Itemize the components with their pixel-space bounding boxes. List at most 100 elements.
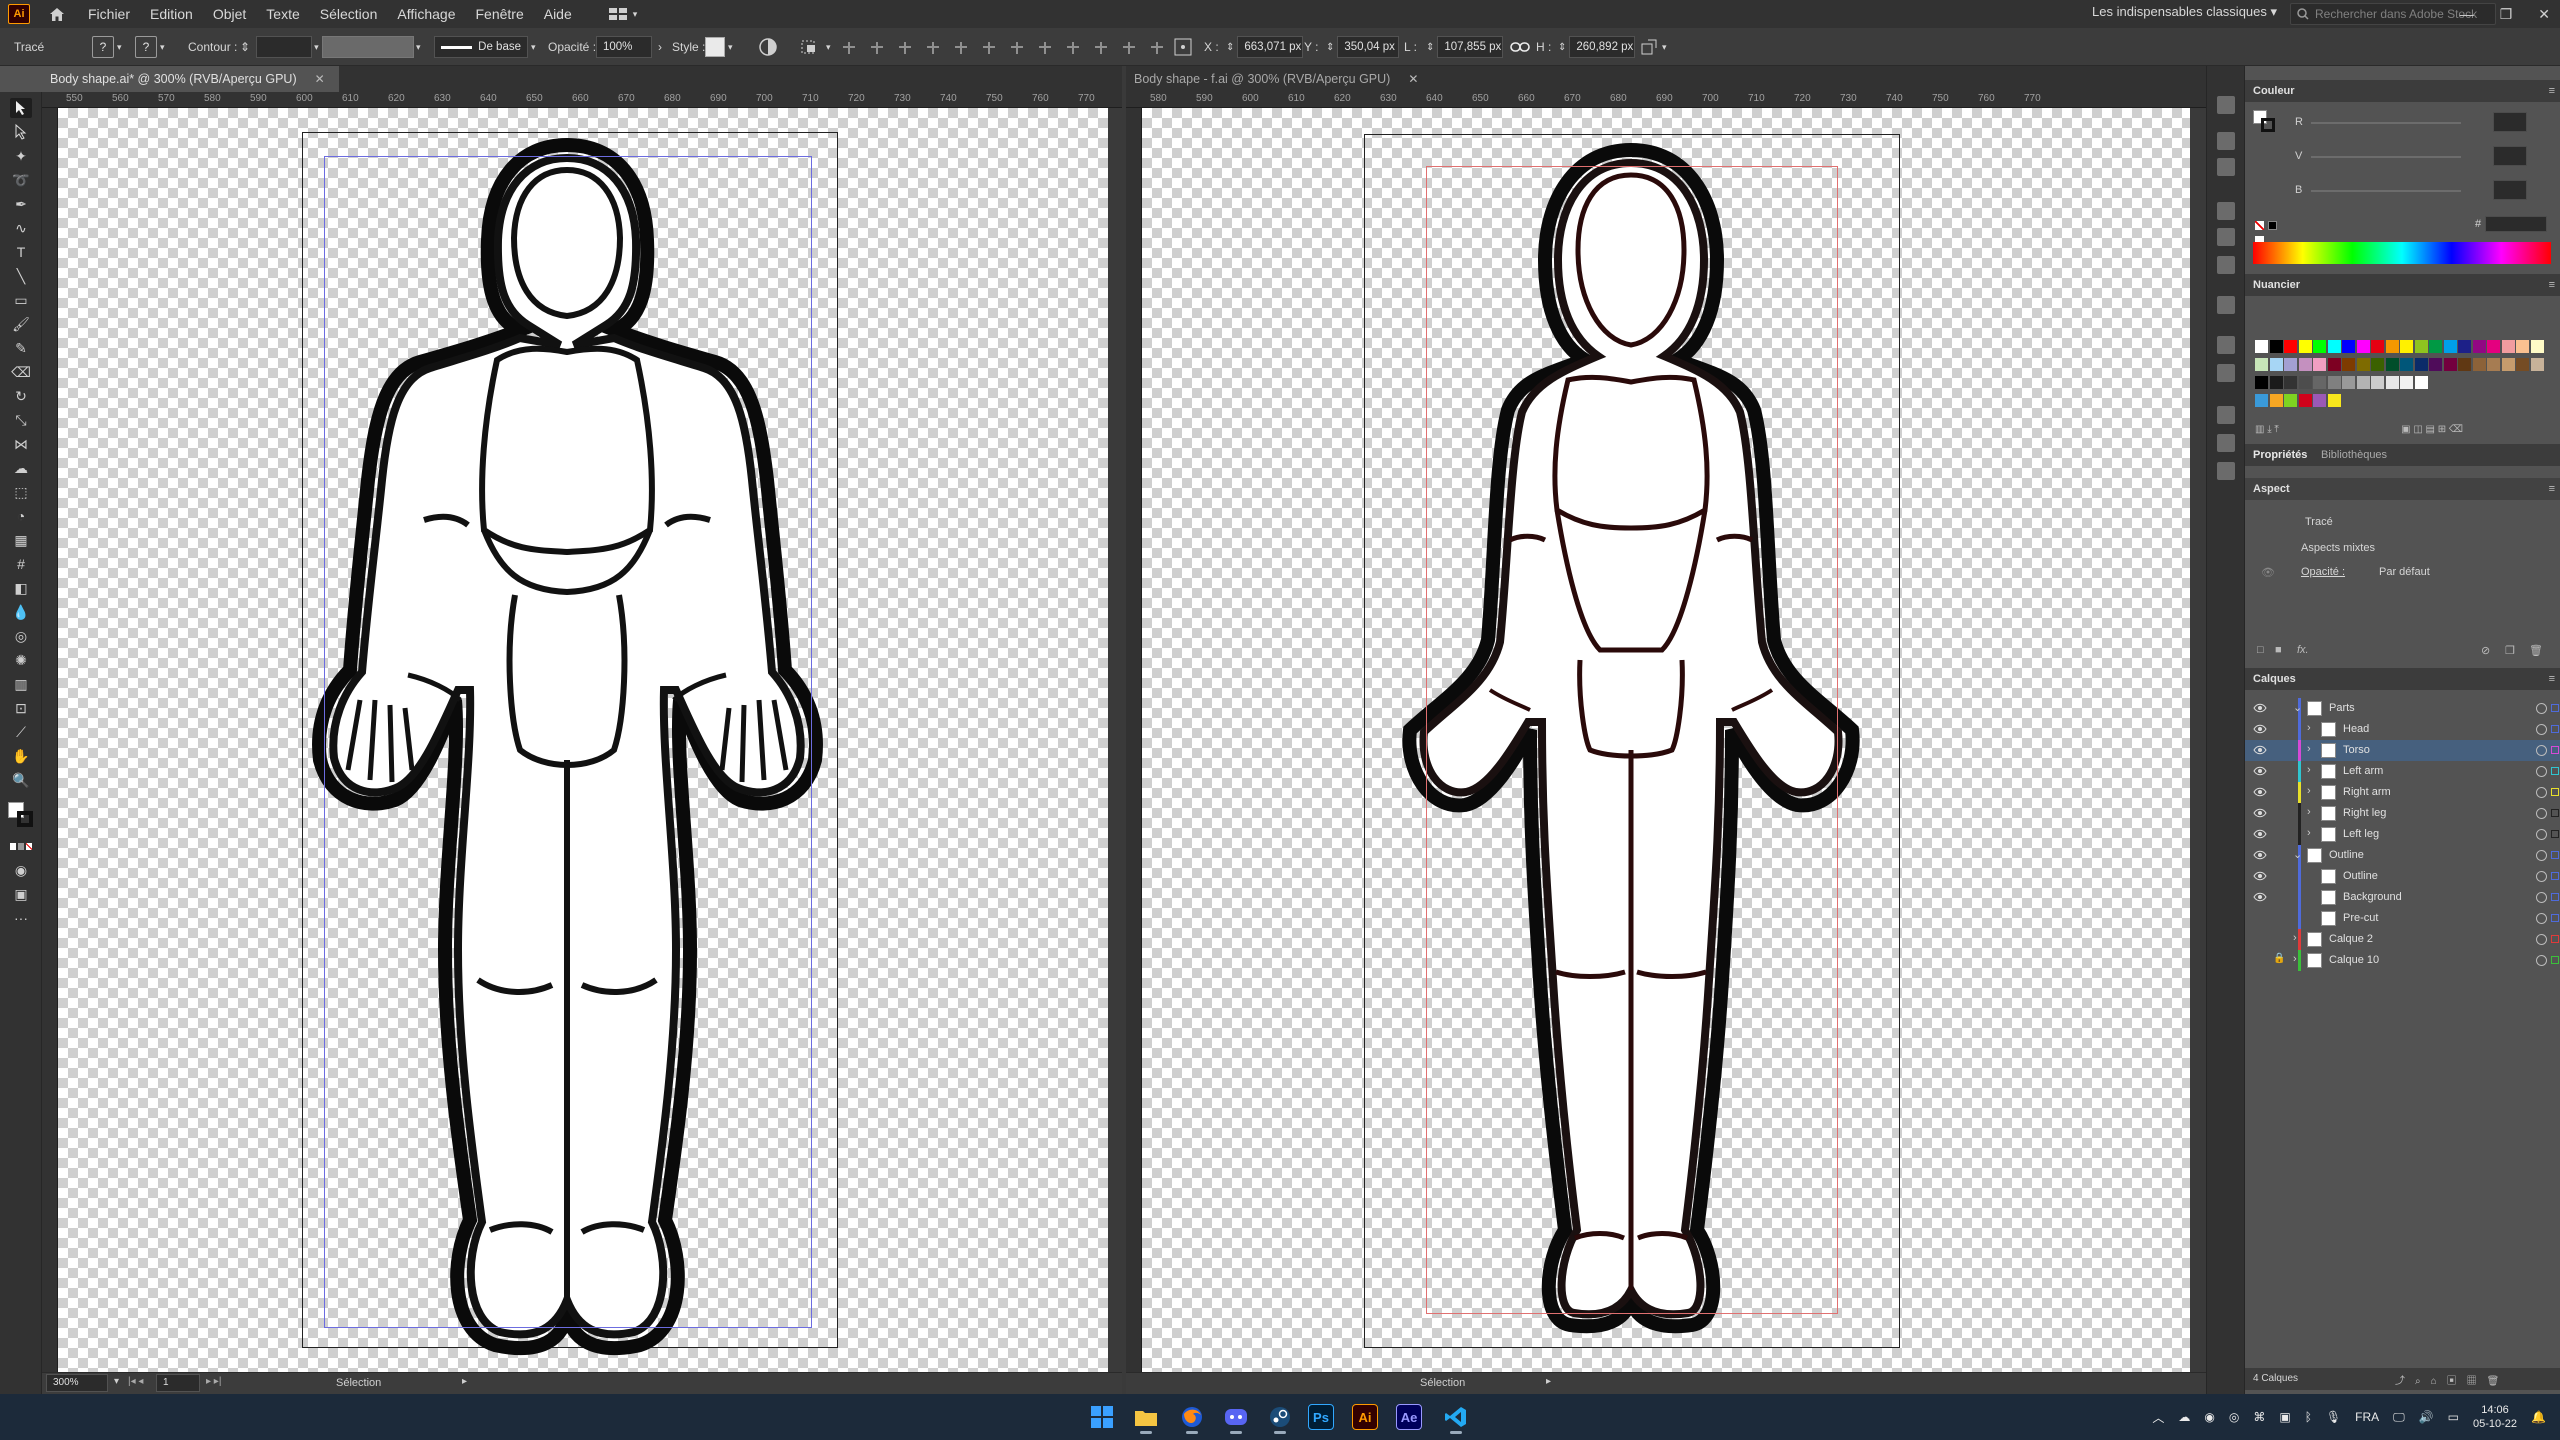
layer-selection-indicator[interactable] — [2551, 746, 2559, 754]
status-menu-icon[interactable]: ▸ — [462, 1376, 467, 1387]
chevron-right-icon[interactable]: › — [2307, 722, 2311, 734]
windows-start-icon[interactable] — [1086, 1402, 1118, 1432]
color-swatch[interactable] — [2327, 340, 2341, 353]
brush-definition[interactable]: De base — [434, 36, 528, 58]
maximize-icon[interactable]: ❐ — [2500, 6, 2513, 23]
color-swatch[interactable] — [2400, 376, 2413, 389]
steam-icon[interactable] — [1264, 1402, 1296, 1434]
layer-selection-indicator[interactable] — [2551, 935, 2559, 943]
add-fill-icon[interactable]: ■ — [2275, 644, 2282, 656]
stroke-weight-field[interactable] — [256, 36, 313, 58]
x-field[interactable]: 663,071 px — [1237, 36, 1304, 58]
layer-row[interactable]: › Calque 2 — [2245, 929, 2560, 950]
color-swatch[interactable] — [2487, 340, 2500, 353]
color-swatch[interactable] — [2284, 394, 2297, 407]
align-panel-icon[interactable] — [2217, 434, 2235, 452]
color-spectrum[interactable] — [2253, 242, 2551, 264]
firefox-icon[interactable] — [1176, 1402, 1208, 1434]
color-swatch[interactable] — [2342, 358, 2355, 371]
color-swatch[interactable] — [2298, 340, 2312, 353]
color-swatch[interactable] — [2313, 394, 2326, 407]
zoom-dropdown-icon[interactable]: ▾ — [114, 1376, 119, 1387]
layer-selection-indicator[interactable] — [2551, 956, 2559, 964]
color-swatch[interactable] — [2371, 340, 2384, 353]
artboard-tool-icon[interactable]: ⊡ — [10, 698, 32, 718]
curvature-tool-icon[interactable]: ∿ — [10, 218, 32, 238]
column-graph-tool-icon[interactable]: ▥ — [10, 674, 32, 694]
color-swatch[interactable] — [2298, 358, 2312, 371]
layer-row[interactable]: › Right arm — [2245, 782, 2560, 803]
rotate-tool-icon[interactable]: ↻ — [10, 386, 32, 406]
chevron-down-icon[interactable]: ⌄ — [2293, 848, 2302, 861]
layer-row[interactable]: Outline — [2245, 866, 2560, 887]
visibility-eye-icon[interactable] — [2253, 703, 2267, 713]
color-swatch[interactable] — [2255, 376, 2268, 389]
onedrive-icon[interactable]: ☁ — [2178, 1410, 2190, 1424]
panel-menu-icon[interactable]: ≡ — [2549, 478, 2555, 500]
direct-selection-tool-icon[interactable] — [10, 122, 32, 142]
status-menu-icon[interactable]: ▸ — [1546, 1376, 1551, 1387]
distribute-top-icon[interactable] — [1008, 38, 1026, 56]
align-to-icon[interactable]: ▾ — [800, 28, 831, 66]
libraries-icon[interactable] — [2217, 132, 2235, 150]
color-swatch[interactable] — [2298, 394, 2312, 407]
color-swatch[interactable] — [2414, 340, 2428, 353]
color-swatch[interactable] — [2530, 340, 2544, 353]
doc2-vertical-scrollbar[interactable] — [2190, 108, 2206, 1372]
home-icon[interactable] — [46, 4, 68, 24]
color-swatch[interactable] — [2458, 358, 2471, 371]
hex-field[interactable] — [2485, 216, 2547, 232]
free-transform-tool-icon[interactable]: ⬚ — [10, 482, 32, 502]
color-swatch[interactable] — [2327, 394, 2341, 407]
reference-point-icon[interactable] — [1174, 28, 1192, 66]
layer-row[interactable]: Pre-cut — [2245, 908, 2560, 929]
visibility-eye-icon[interactable] — [2253, 892, 2267, 902]
layer-selection-indicator[interactable] — [2551, 830, 2559, 838]
monitor-icon[interactable]: 🖵 — [2393, 1410, 2405, 1425]
menu-fichier[interactable]: Fichier — [88, 6, 130, 22]
color-swatch[interactable] — [2342, 376, 2355, 389]
align-hcenter-icon[interactable] — [868, 38, 886, 56]
selection-tool-icon[interactable] — [10, 98, 32, 118]
color-swatch[interactable] — [2414, 358, 2428, 371]
distribute-bottom-icon[interactable] — [1064, 38, 1082, 56]
keyboard-icon[interactable]: ▣ — [2279, 1410, 2290, 1424]
layer-selection-indicator[interactable] — [2551, 893, 2559, 901]
artboards-icon[interactable] — [2217, 336, 2235, 354]
color-swatch[interactable] — [2414, 376, 2428, 389]
network-tray-icon[interactable]: ⌘ — [2253, 1410, 2265, 1424]
layer-selection-indicator[interactable] — [2551, 809, 2559, 817]
distribute-vcenter-icon[interactable] — [1036, 38, 1054, 56]
color-swatch[interactable] — [2371, 358, 2384, 371]
add-effect-icon[interactable]: fx. — [2297, 644, 2309, 656]
doc1-canvas[interactable] — [58, 108, 1108, 1372]
doc1-tab[interactable]: Body shape.ai* @ 300% (RVB/Aperçu GPU) ✕ — [42, 66, 339, 92]
graphic-style-swatch[interactable] — [705, 37, 725, 57]
photoshop-icon[interactable]: Ps — [1308, 1404, 1334, 1430]
mic-icon[interactable]: 🎙 — [2326, 1410, 2341, 1424]
color-swatch[interactable] — [2356, 340, 2370, 353]
blend-tool-icon[interactable]: ◎ — [10, 626, 32, 646]
color-swatch[interactable] — [2429, 358, 2442, 371]
close-icon[interactable]: ✕ — [2538, 6, 2550, 23]
layer-target-icon[interactable] — [2536, 850, 2547, 861]
file-explorer-icon[interactable] — [1130, 1402, 1162, 1434]
chevron-right-icon[interactable]: › — [2307, 806, 2311, 818]
pen-tool-icon[interactable]: ✒ — [10, 194, 32, 214]
layers-icon[interactable] — [2217, 462, 2235, 480]
layer-selection-indicator[interactable] — [2551, 767, 2559, 775]
distribute-right-icon[interactable] — [1148, 38, 1166, 56]
slice-tool-icon[interactable]: ⟋ — [10, 722, 32, 742]
symbol-sprayer-tool-icon[interactable]: ✺ — [10, 650, 32, 670]
tab-libraries[interactable]: Bibliothèques — [2321, 449, 2387, 461]
layer-row[interactable]: › Head — [2245, 719, 2560, 740]
tab-properties[interactable]: Propriétés — [2253, 449, 2307, 461]
color-swatch[interactable] — [2429, 340, 2442, 353]
magic-wand-tool-icon[interactable]: ✦ — [10, 146, 32, 166]
mesh-tool-icon[interactable]: # — [10, 554, 32, 574]
menu-selection[interactable]: Sélection — [320, 6, 378, 22]
edit-toolbar-icon[interactable]: ··· — [10, 908, 32, 928]
steam-tray-icon[interactable]: ◎ — [2229, 1410, 2239, 1424]
swatches-panel-header[interactable]: Nuancier ≡ — [2245, 274, 2560, 296]
color-swatch[interactable] — [2400, 340, 2413, 353]
